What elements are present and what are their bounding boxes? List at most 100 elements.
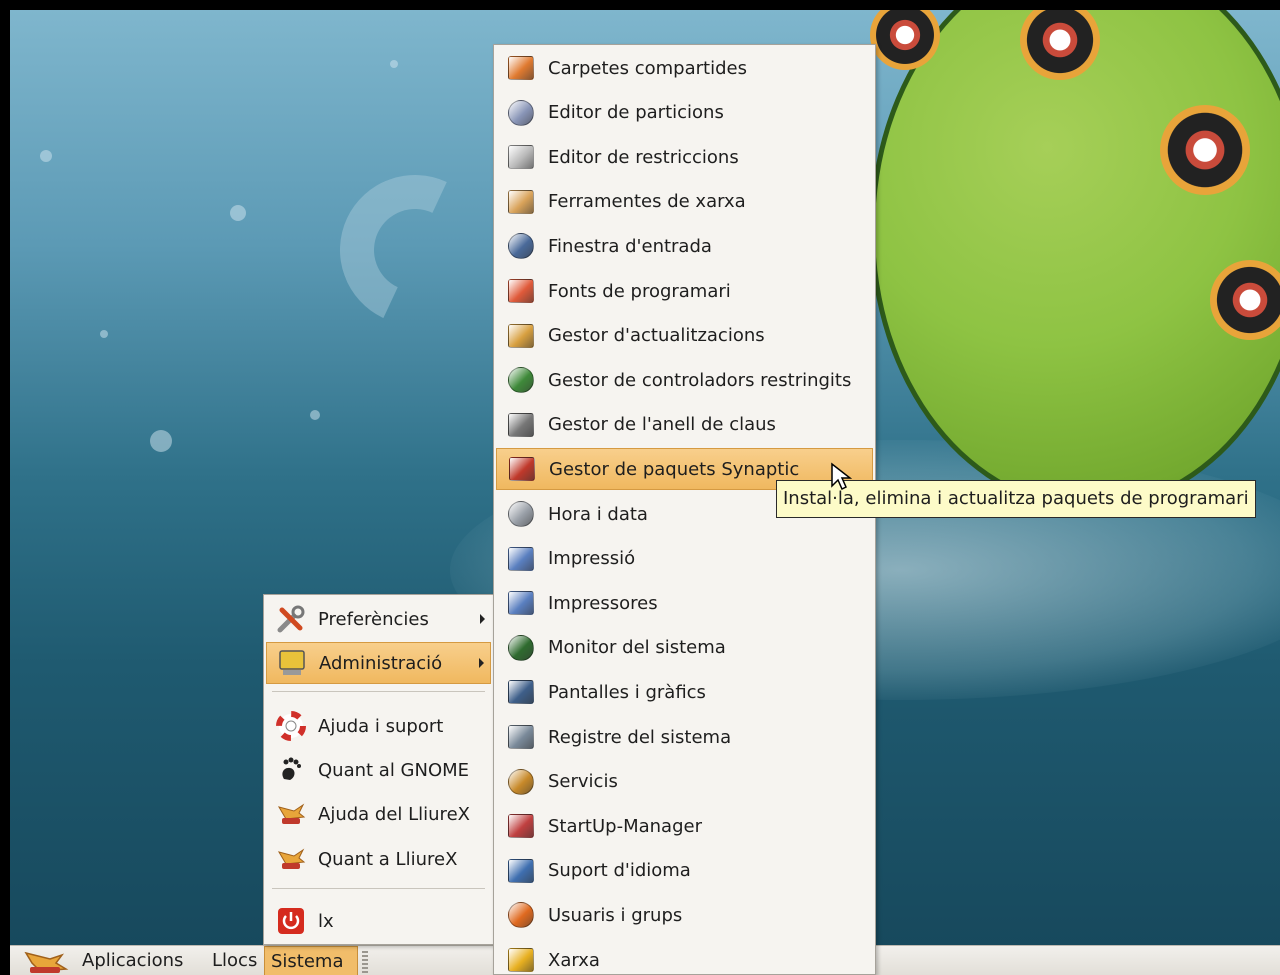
menu-item-label: Quant a LliureX — [318, 848, 458, 870]
login-window-icon — [504, 231, 538, 261]
menu-item-log-viewer[interactable]: Registre del sistema — [496, 716, 873, 758]
system-monitor-icon-shape — [508, 634, 534, 661]
services-icon-shape — [508, 768, 534, 795]
menu-item-label: Ajuda del LliureX — [318, 803, 470, 825]
wallpaper-wheel — [1210, 260, 1280, 340]
mouse-cursor-icon — [831, 462, 852, 491]
language-icon — [504, 856, 538, 886]
shared-folder-icon — [504, 53, 538, 83]
menu-item-language[interactable]: Suport d'idioma — [496, 850, 873, 892]
log-viewer-icon — [504, 722, 538, 752]
partition-editor-icon-shape — [508, 99, 534, 126]
menu-item-preferences[interactable]: Preferències — [266, 598, 491, 640]
menu-item-update-manager[interactable]: Gestor d'actualitzacions — [496, 315, 873, 357]
menu-item-keyring[interactable]: Gestor de l'anell de claus — [496, 404, 873, 446]
software-sources-icon-shape — [508, 279, 534, 303]
menu-item-label: Quant al GNOME — [318, 759, 470, 781]
menu-item-printer[interactable]: Impressores — [496, 582, 873, 624]
gnome-foot-icon — [274, 755, 308, 785]
lliurex-logo-icon[interactable] — [22, 949, 72, 975]
users-icon-shape — [508, 902, 534, 929]
clock-icon — [504, 499, 538, 529]
wallpaper-bubble — [40, 150, 52, 162]
menu-item-services[interactable]: Servicis — [496, 761, 873, 803]
wallpaper-wheel — [1160, 105, 1250, 195]
partition-editor-icon — [504, 98, 538, 128]
menu-item-lliurex-help[interactable]: Ajuda del LliureX — [266, 793, 491, 835]
display-icon-shape — [508, 680, 534, 705]
submenu-arrow-icon — [480, 614, 485, 624]
update-manager-icon — [504, 321, 538, 351]
update-manager-icon-shape — [508, 323, 534, 348]
clock-icon-shape — [508, 501, 534, 527]
language-icon-shape — [508, 858, 534, 883]
menu-item-printer[interactable]: Impressió — [496, 538, 873, 580]
menu-item-label: Gestor de l'anell de claus — [548, 414, 776, 436]
places-menu[interactable]: Llocs — [206, 946, 263, 975]
startup-manager-icon-shape — [508, 814, 534, 839]
menu-item-network-tools[interactable]: Ferramentes de xarxa — [496, 181, 873, 223]
menu-item-about-lliurex[interactable]: Quant a LliureX — [266, 838, 491, 880]
menu-item-label: Xarxa — [548, 949, 600, 971]
menu-item-software-sources[interactable]: Fonts de programari — [496, 270, 873, 312]
menu-item-shield[interactable]: Editor de restriccions — [496, 136, 873, 178]
menu-item-label: Finestra d'entrada — [548, 235, 712, 257]
lliurex-icon — [274, 844, 308, 874]
menu-item-users[interactable]: Usuaris i grups — [496, 894, 873, 936]
menu-item-label: Carpetes compartides — [548, 57, 747, 79]
menu-item-label: Monitor del sistema — [548, 637, 726, 659]
services-icon — [504, 767, 538, 797]
network-tools-icon — [504, 187, 538, 217]
login-window-icon-shape — [508, 233, 534, 260]
shield-icon-shape — [508, 145, 534, 170]
help-icon — [274, 711, 308, 741]
startup-manager-icon — [504, 811, 538, 841]
printer-icon — [504, 588, 538, 618]
wallpaper-planet — [870, 10, 1280, 510]
menu-item-system-monitor[interactable]: Monitor del sistema — [496, 627, 873, 669]
menu-item-label: Editor de particions — [548, 102, 724, 124]
log-viewer-icon-shape — [508, 725, 534, 749]
menu-item-hardware-drivers[interactable]: Gestor de controladors restringits — [496, 359, 873, 401]
menu-item-startup-manager[interactable]: StartUp-Manager — [496, 805, 873, 847]
menu-item-label: Pantalles i gràfics — [548, 681, 706, 703]
wallpaper-swirl — [318, 153, 512, 347]
menu-item-label: Impressió — [548, 548, 636, 570]
administration-icon — [275, 648, 309, 678]
menu-item-label: Gestor de paquets Synaptic — [549, 458, 800, 480]
wallpaper-bubble — [100, 330, 108, 338]
menu-item-label: Gestor d'actualitzacions — [548, 325, 765, 347]
menu-item-login-window[interactable]: Finestra d'entrada — [496, 225, 873, 267]
menu-item-partition-editor[interactable]: Editor de particions — [496, 92, 873, 134]
shared-folder-icon-shape — [508, 56, 534, 80]
menu-item-label: Hora i data — [548, 503, 648, 525]
menu-item-network[interactable]: Xarxa — [496, 939, 873, 975]
menu-item-administration[interactable]: Administració — [266, 642, 491, 684]
menu-item-label: Preferències — [318, 608, 429, 630]
menu-item-label: Impressores — [548, 592, 658, 614]
menu-item-logout[interactable]: lx — [266, 900, 491, 942]
synaptic-icon-shape — [509, 457, 535, 482]
menu-item-label: lx — [318, 910, 334, 932]
menu-item-display[interactable]: Pantalles i gràfics — [496, 671, 873, 713]
wallpaper-bubble — [150, 430, 172, 452]
printer-icon-shape — [508, 591, 534, 616]
menu-item-about-gnome[interactable]: Quant al GNOME — [266, 749, 491, 791]
menu-item-label: Fonts de programari — [548, 280, 731, 302]
wallpaper-bubble — [310, 410, 320, 420]
wallpaper-bubble — [390, 60, 398, 68]
network-tools-icon-shape — [508, 189, 534, 214]
system-monitor-icon — [504, 633, 538, 663]
menu-item-shared-folder[interactable]: Carpetes compartides — [496, 47, 873, 89]
synaptic-icon — [505, 454, 539, 484]
menu-item-help-support[interactable]: Ajuda i suport — [266, 705, 491, 747]
lliurex-icon — [274, 799, 308, 829]
applications-menu[interactable]: Aplicacions — [76, 946, 189, 975]
menu-item-label: Usuaris i grups — [548, 904, 683, 926]
users-icon — [504, 900, 538, 930]
system-menu[interactable]: Sistema — [264, 946, 358, 975]
network-icon-shape — [508, 948, 534, 972]
menu-separator — [272, 691, 485, 692]
keyring-icon-shape — [508, 412, 534, 437]
menu-item-label: Ferramentes de xarxa — [548, 191, 746, 213]
